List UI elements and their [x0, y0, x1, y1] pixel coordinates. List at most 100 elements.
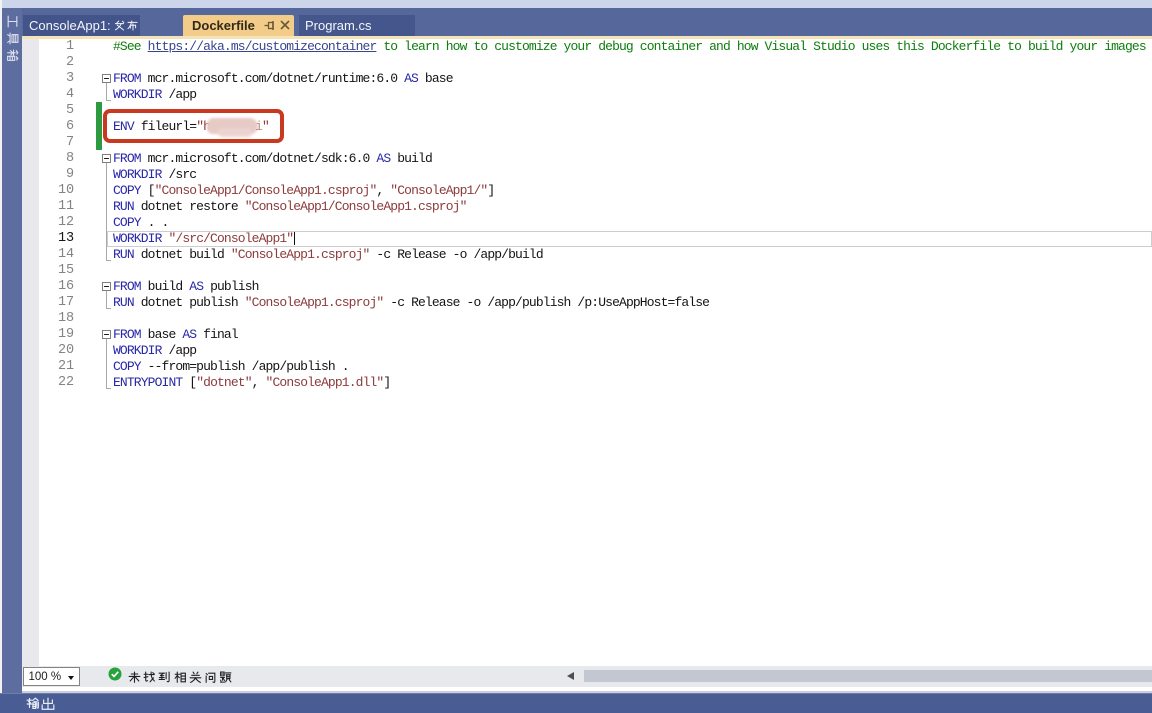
code-token-kw: FROM: [113, 327, 141, 342]
code-line-10[interactable]: 10COPY ["ConsoleApp1/ConsoleApp1.csproj"…: [22, 183, 1152, 199]
cjk-character-glyph: [114, 20, 126, 32]
code-text: COPY ["ConsoleApp1/ConsoleApp1.csproj", …: [113, 183, 494, 199]
code-token-kw: AS: [404, 71, 418, 86]
code-token-kw: WORKDIR: [113, 167, 162, 182]
code-text: COPY --from=publish /app/publish .: [113, 359, 349, 375]
document-health-indicator[interactable]: 未找到相关问题: [108, 666, 232, 687]
code-token-pl: dotnet restore: [134, 199, 245, 214]
code-editor[interactable]: 1 #See https://aka.ms/customizecontainer …: [22, 39, 1152, 667]
cjk-character-glyph: [219, 671, 232, 684]
output-panel-titlebar[interactable]: 输出: [0, 693, 1152, 713]
cjk-character-glyph: [26, 697, 40, 711]
fold-guide-line: [106, 163, 107, 260]
line-number: 7: [22, 135, 74, 151]
fold-collapse-box[interactable]: [102, 154, 111, 163]
line-number: 1: [22, 39, 74, 55]
zoom-select[interactable]: 100 %: [23, 667, 80, 686]
fold-guide-end: [106, 388, 111, 389]
code-token-pl: --from=publish /app/publish .: [141, 359, 349, 374]
code-token-pl: ,: [252, 375, 266, 390]
line-number: 8: [22, 151, 74, 167]
line-number: 19: [22, 327, 74, 343]
code-line-11[interactable]: 11 RUN dotnet restore "ConsoleApp1/Consol…: [22, 199, 1152, 215]
cjk-text-run: [128, 671, 232, 684]
code-line-20[interactable]: 20WORKDIR /app: [22, 343, 1152, 359]
code-token-pl: mcr.microsoft.com/dotnet/runtime:6.0: [141, 71, 404, 86]
code-token-link: https://aka.ms/customizecontainer: [148, 39, 377, 54]
code-token-kw: WORKDIR: [113, 87, 162, 102]
code-text: FROM base AS final: [113, 327, 238, 343]
cjk-character-glyph: [189, 671, 202, 684]
fold-guide-end: [106, 260, 111, 261]
code-text: #See https://aka.ms/customizecontainer t…: [113, 39, 1152, 55]
cjk-character-glyph: [204, 671, 217, 684]
code-line-22[interactable]: 22ENTRYPOINT ["dotnet", "ConsoleApp1.dll…: [22, 375, 1152, 391]
cjk-character-glyph: [127, 20, 139, 32]
code-token-str: "dotnet": [196, 375, 251, 390]
check-circle-icon: [108, 667, 122, 686]
horizontal-scrollbar-thumb[interactable]: [584, 670, 1152, 682]
line-number: 5: [22, 103, 74, 119]
code-token-kw: AS: [376, 151, 390, 166]
line-number: 11: [22, 199, 74, 215]
toolbox-vertical-label: [6, 14, 19, 63]
code-token-kw: AS: [189, 279, 203, 294]
code-line-16[interactable]: 16 FROM build AS publish: [22, 279, 1152, 295]
document-tab-bar: [2, 8, 1152, 36]
code-line-8[interactable]: 8FROM mcr.microsoft.com/dotnet/sdk:6.0 A…: [22, 151, 1152, 167]
line-number: 9: [22, 167, 74, 183]
fold-collapse-box[interactable]: [102, 74, 111, 83]
line-number: 14: [22, 247, 74, 263]
fold-guide-end: [106, 308, 111, 309]
code-line-4[interactable]: 4WORKDIR /app: [22, 87, 1152, 103]
window-top-strip: [2, 0, 1152, 8]
fold-collapse-box[interactable]: [102, 330, 111, 339]
code-line-3[interactable]: 3FROM mcr.microsoft.com/dotnet/runtime:6…: [22, 71, 1152, 87]
cjk-character-glyph: [158, 671, 171, 684]
line-number: 15: [22, 263, 74, 279]
code-token-com: #See: [113, 39, 148, 54]
code-text: WORKDIR /app: [113, 87, 196, 103]
code-token-str: "ConsoleApp1/ConsoleApp1.csproj": [245, 199, 467, 214]
code-text: ENTRYPOINT ["dotnet", "ConsoleApp1.dll"]: [113, 375, 390, 391]
code-line-15[interactable]: 15: [22, 263, 1152, 279]
code-token-pl: final: [196, 327, 238, 342]
code-line-12[interactable]: 12COPY . .: [22, 215, 1152, 231]
code-token-pl: build: [141, 279, 190, 294]
fold-collapse-box[interactable]: [102, 282, 111, 291]
code-token-pl: publish: [203, 279, 258, 294]
tab-dockerfile[interactable]: Dockerfile: [183, 15, 294, 36]
chevron-down-icon: [68, 676, 74, 680]
code-text: RUN dotnet restore "ConsoleApp1/ConsoleA…: [113, 199, 467, 215]
scrollbar-left-arrow[interactable]: [567, 672, 574, 680]
health-text: [128, 669, 232, 684]
code-token-pl: -c Release -o /app/build: [369, 247, 542, 262]
pin-icon[interactable]: [264, 20, 275, 31]
code-text: RUN dotnet publish "ConsoleApp1.csproj" …: [113, 295, 709, 311]
code-line-2[interactable]: 2: [22, 55, 1152, 71]
tab-consoleapp1-publish[interactable]: ConsoleApp1: 发布 ConsoleApp1:: [23, 15, 140, 36]
code-token-kw: FROM: [113, 279, 141, 294]
tab-program-label: Program.cs: [305, 18, 371, 33]
tab-publish-label: ConsoleApp1:: [29, 18, 138, 33]
close-icon[interactable]: [280, 20, 290, 30]
code-line-9[interactable]: 9 WORKDIR /src: [22, 167, 1152, 183]
line-number: 16: [22, 279, 74, 295]
toolbox-sidebar-tab[interactable]: 工具箱: [2, 8, 22, 693]
tab-program-cs[interactable]: Program.cs: [299, 15, 415, 36]
code-line-19[interactable]: 19 FROM base AS final: [22, 327, 1152, 343]
code-token-pl: /app: [162, 87, 197, 102]
code-token-pl: base: [141, 327, 183, 342]
line-number: 20: [22, 343, 74, 359]
code-line-21[interactable]: 21COPY --from=publish /app/publish .: [22, 359, 1152, 375]
line-number: 6: [22, 119, 74, 135]
code-line-14[interactable]: 14RUN dotnet build "ConsoleApp1.csproj" …: [22, 247, 1152, 263]
cjk-character-glyph: [41, 697, 55, 711]
editor-bottom-strip: 100 % 未找到相关问题: [22, 666, 1152, 687]
code-token-pl: ]: [487, 183, 494, 198]
code-line-17[interactable]: 17RUN dotnet publish "ConsoleApp1.csproj…: [22, 295, 1152, 311]
code-line-18[interactable]: 18: [22, 311, 1152, 327]
code-token-pl: ]: [383, 375, 390, 390]
code-line-1[interactable]: 1 #See https://aka.ms/customizecontainer …: [22, 39, 1152, 55]
code-text: WORKDIR /src: [113, 167, 196, 183]
